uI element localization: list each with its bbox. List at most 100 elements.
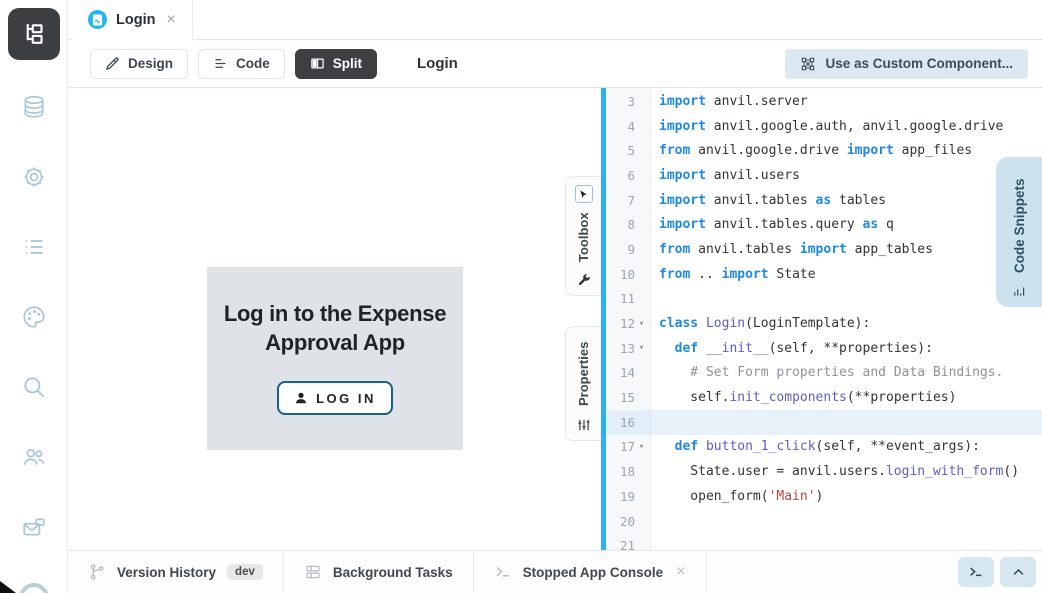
- fold-arrow-icon[interactable]: ▾: [635, 343, 648, 353]
- cursor-arrow-icon: [578, 189, 589, 200]
- gutter-cell: 3: [606, 89, 651, 114]
- editor-line-12[interactable]: 12▾class Login(LoginTemplate):: [606, 311, 1042, 336]
- use-as-custom-component-button[interactable]: Use as Custom Component...: [785, 49, 1028, 79]
- editor-line-7[interactable]: 7import anvil.tables as tables: [606, 188, 1042, 213]
- version-history-tab[interactable]: Version History dev: [68, 551, 284, 593]
- editor-line-15[interactable]: 15 self.init_components(**properties): [606, 385, 1042, 410]
- split-view-button[interactable]: Split: [295, 49, 377, 79]
- settings-gear-icon[interactable]: [21, 164, 47, 190]
- email-icon[interactable]: [21, 514, 47, 540]
- code-text[interactable]: open_form('Main'): [651, 489, 823, 504]
- code-text[interactable]: class Login(LoginTemplate):: [651, 316, 870, 331]
- editor-line-6[interactable]: 6import anvil.users: [606, 163, 1042, 188]
- editor-line-13[interactable]: 13▾ def __init__(self, **properties):: [606, 336, 1042, 361]
- login-card-component[interactable]: Log in to the Expense Approval App LOG I…: [207, 267, 463, 450]
- editor-line-4[interactable]: 4 import anvil.google.auth, anvil.google.…: [606, 114, 1042, 139]
- expand-panel-button[interactable]: [1000, 557, 1036, 587]
- code-text[interactable]: import anvil.server: [651, 94, 808, 109]
- editor-lines[interactable]: 3import anvil.server 4 import anvil.google…: [606, 89, 1042, 550]
- code-button-label: Code: [236, 56, 270, 71]
- fold-arrow-icon[interactable]: ▾: [635, 442, 648, 452]
- tab-close-icon[interactable]: ×: [164, 12, 177, 28]
- line-number: 19: [620, 489, 635, 504]
- users-icon[interactable]: [21, 444, 47, 470]
- gutter-cell: 10: [606, 262, 651, 287]
- corner-decoration: [0, 581, 16, 593]
- code-text[interactable]: from .. import State: [651, 267, 816, 282]
- login-button-label: LOG IN: [316, 391, 376, 406]
- current-form-name: Login: [417, 55, 458, 72]
- code-snippets-label: Code Snippets: [1012, 167, 1027, 284]
- background-tasks-tab[interactable]: Background Tasks: [284, 551, 474, 593]
- code-text[interactable]: from anvil.tables import app_tables: [651, 242, 933, 257]
- line-number: 11: [620, 291, 635, 306]
- theme-palette-icon[interactable]: [21, 304, 47, 330]
- editor-line-8[interactable]: 8 import anvil.tables.query as q: [606, 212, 1042, 237]
- design-view-button[interactable]: Design: [90, 49, 188, 79]
- code-text[interactable]: import anvil.users: [651, 168, 800, 183]
- properties-panel-tab[interactable]: Properties: [565, 326, 601, 441]
- search-icon[interactable]: [21, 374, 47, 400]
- line-number: 21: [620, 538, 635, 550]
- code-text[interactable]: import anvil.tables as tables: [651, 193, 886, 208]
- app-structure-icon: [19, 19, 49, 49]
- editor-line-18[interactable]: 18 State.user = anvil.users.login_with_f…: [606, 459, 1042, 484]
- editor-tabbar: Login ×: [68, 0, 1042, 40]
- version-history-label: Version History: [117, 565, 216, 580]
- gutter-cell: 21: [606, 533, 651, 550]
- editor-line-10[interactable]: 10from .. import State: [606, 262, 1042, 287]
- design-canvas[interactable]: Log in to the Expense Approval App LOG I…: [68, 88, 601, 550]
- gutter-cell: 15: [606, 385, 651, 410]
- editor-line-19[interactable]: 19 open_form('Main'): [606, 484, 1042, 509]
- gutter-cell: 9: [606, 237, 651, 262]
- login-title-label[interactable]: Log in to the Expense Approval App: [219, 299, 451, 357]
- tab-label: Login: [116, 12, 155, 28]
- open-terminal-button[interactable]: [958, 557, 994, 587]
- database-icon[interactable]: [21, 94, 47, 120]
- code-text[interactable]: # Set Form properties and Data Bindings.: [651, 365, 1003, 380]
- code-text[interactable]: from anvil.google.drive import app_files: [651, 143, 972, 158]
- background-tasks-icon: [304, 563, 322, 581]
- fold-arrow-icon[interactable]: ▾: [635, 319, 648, 329]
- code-text[interactable]: def button_1_click(self, **event_args):: [651, 439, 980, 454]
- editor-line-20[interactable]: 20: [606, 509, 1042, 534]
- bar-chart-icon: [1012, 284, 1027, 298]
- editor-line-9[interactable]: 9from anvil.tables import app_tables: [606, 237, 1042, 262]
- line-number: 4: [627, 119, 635, 134]
- form-icon: [88, 10, 107, 29]
- partial-logo-arc: [19, 583, 49, 593]
- gutter-cell: 7: [606, 188, 651, 213]
- login-button-component[interactable]: LOG IN: [277, 381, 393, 415]
- app-structure-logo[interactable]: [8, 8, 60, 60]
- design-pen-icon: [105, 56, 120, 71]
- console-close-icon[interactable]: ×: [676, 563, 685, 581]
- code-view-button[interactable]: Code: [198, 49, 285, 79]
- line-number: 8: [627, 217, 635, 232]
- editor-line-11[interactable]: 11: [606, 287, 1042, 312]
- select-cursor-tool[interactable]: [575, 185, 593, 203]
- code-text[interactable]: import anvil.google.auth, anvil.google.d…: [651, 119, 1003, 134]
- code-editor[interactable]: 3import anvil.server 4 import anvil.google…: [606, 88, 1042, 550]
- outline-list-icon[interactable]: [21, 234, 47, 260]
- gutter-cell: 12▾: [606, 311, 651, 336]
- code-lines-icon: [213, 56, 228, 71]
- code-snippets-panel-tab[interactable]: Code Snippets: [996, 157, 1042, 307]
- editor-line-16[interactable]: 16: [606, 410, 1042, 435]
- editor-line-21[interactable]: 21: [606, 533, 1042, 550]
- status-bar: Version History dev Background Tasks Sto…: [68, 550, 1042, 593]
- editor-line-17[interactable]: 17▾ def button_1_click(self, **event_arg…: [606, 435, 1042, 460]
- line-number: 20: [620, 514, 635, 529]
- editor-line-5[interactable]: 5 from anvil.google.drive import app_file…: [606, 138, 1042, 163]
- line-number: 5: [627, 143, 635, 158]
- code-text[interactable]: State.user = anvil.users.login_with_form…: [651, 464, 1019, 479]
- code-text[interactable]: import anvil.tables.query as q: [651, 217, 894, 232]
- app-console-tab[interactable]: Stopped App Console ×: [474, 551, 707, 593]
- code-text[interactable]: def __init__(self, **properties):: [651, 341, 933, 356]
- toolbox-panel-tab[interactable]: Toolbox: [565, 176, 601, 296]
- code-text[interactable]: self.init_components(**properties): [651, 390, 956, 405]
- tab-login[interactable]: Login ×: [72, 0, 193, 40]
- editor-line-3[interactable]: 3import anvil.server: [606, 89, 1042, 114]
- gutter-cell: 11: [606, 287, 651, 312]
- terminal-icon: [494, 563, 512, 581]
- editor-line-14[interactable]: 14 # Set Form properties and Data Bindin…: [606, 361, 1042, 386]
